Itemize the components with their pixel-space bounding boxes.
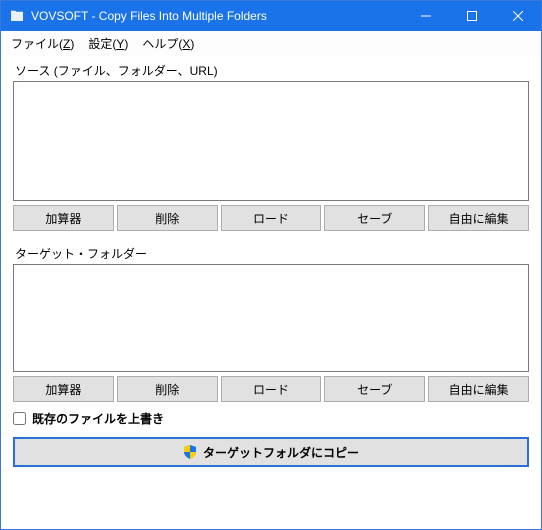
window-controls	[403, 1, 541, 31]
minimize-button[interactable]	[403, 1, 449, 31]
menu-file[interactable]: ファイル(Z)	[11, 35, 74, 52]
source-load-button[interactable]: ロード	[221, 205, 322, 231]
target-add-button[interactable]: 加算器	[13, 376, 114, 402]
shield-icon	[183, 445, 197, 459]
app-icon	[9, 8, 25, 24]
overwrite-row: 既存のファイルを上書き	[13, 410, 529, 427]
target-label: ターゲット・フォルダー	[15, 245, 527, 262]
titlebar: VOVSOFT - Copy Files Into Multiple Folde…	[1, 1, 541, 31]
copy-button-label: ターゲットフォルダにコピー	[203, 444, 359, 461]
source-add-button[interactable]: 加算器	[13, 205, 114, 231]
close-button[interactable]	[495, 1, 541, 31]
source-button-row: 加算器 削除 ロード セーブ 自由に編集	[13, 205, 529, 231]
menu-help[interactable]: ヘルプ(X)	[142, 35, 194, 52]
maximize-button[interactable]	[449, 1, 495, 31]
menubar: ファイル(Z) 設定(Y) ヘルプ(X)	[1, 31, 541, 56]
target-load-button[interactable]: ロード	[221, 376, 322, 402]
target-edit-button[interactable]: 自由に編集	[428, 376, 529, 402]
content-area: ソース (ファイル、フォルダー、URL) 加算器 削除 ロード セーブ 自由に編…	[1, 56, 541, 481]
source-remove-button[interactable]: 削除	[117, 205, 218, 231]
source-save-button[interactable]: セーブ	[324, 205, 425, 231]
overwrite-checkbox[interactable]	[13, 412, 26, 425]
source-edit-button[interactable]: 自由に編集	[428, 205, 529, 231]
source-listbox[interactable]	[13, 81, 529, 201]
target-save-button[interactable]: セーブ	[324, 376, 425, 402]
source-label: ソース (ファイル、フォルダー、URL)	[15, 62, 527, 79]
menu-settings[interactable]: 設定(Y)	[88, 35, 128, 52]
copy-to-target-button[interactable]: ターゲットフォルダにコピー	[13, 437, 529, 467]
target-listbox[interactable]	[13, 264, 529, 372]
overwrite-label[interactable]: 既存のファイルを上書き	[32, 410, 164, 427]
target-button-row: 加算器 削除 ロード セーブ 自由に編集	[13, 376, 529, 402]
target-remove-button[interactable]: 削除	[117, 376, 218, 402]
window-title: VOVSOFT - Copy Files Into Multiple Folde…	[31, 9, 267, 23]
window-title-area: VOVSOFT - Copy Files Into Multiple Folde…	[9, 8, 403, 24]
